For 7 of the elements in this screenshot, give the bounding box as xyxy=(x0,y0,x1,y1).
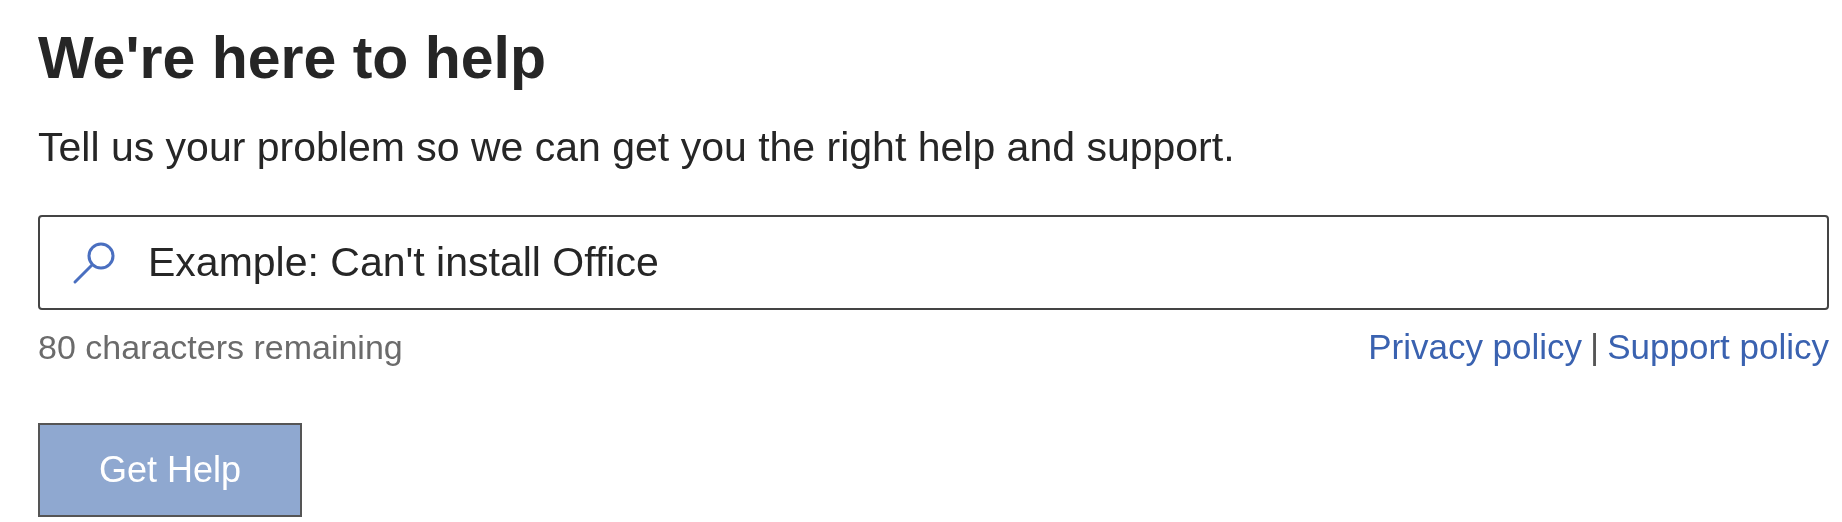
policy-link[interactable]: Privacy policy xyxy=(1368,325,1583,369)
page-heading: We're here to help xyxy=(38,24,547,93)
subtitle: Tell us your problem so we can get you the right help and support. xyxy=(38,123,1236,172)
policy-link[interactable]: Support policy xyxy=(1607,325,1829,369)
link-separator: | xyxy=(1590,326,1600,368)
search-field[interactable]: Example: Can't install Office xyxy=(38,215,1829,310)
character-counter: 80 characters remaining xyxy=(38,327,403,368)
